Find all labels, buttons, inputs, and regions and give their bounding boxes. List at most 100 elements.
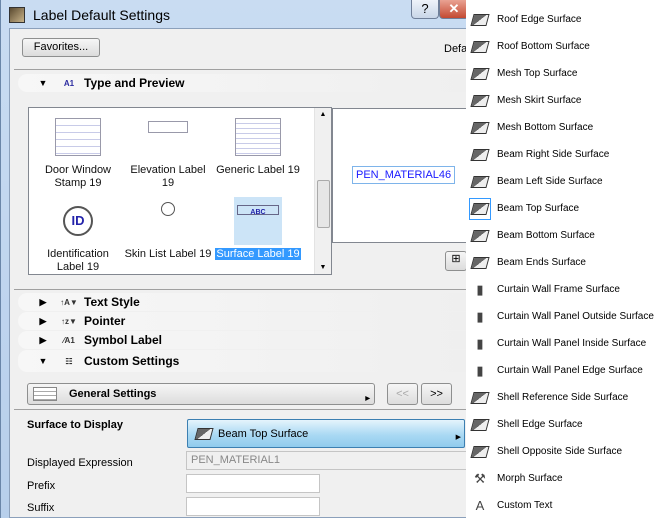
menu-item-label: Roof Bottom Surface [497,41,590,52]
preview-panel: PEN_MATERIAL46 [332,108,468,243]
menu-item[interactable]: A Custom Text [466,492,666,519]
menu-item-label: Curtain Wall Frame Surface [497,284,620,295]
menu-item[interactable]: Beam Right Side Surface [466,141,666,168]
beam-right-side-surface-icon [469,144,491,166]
menu-item[interactable]: Mesh Skirt Surface [466,87,666,114]
menu-item[interactable]: ▮ Curtain Wall Frame Surface [466,276,666,303]
menu-item-label: Shell Edge Surface [497,419,583,430]
menu-item-label: Mesh Bottom Surface [497,122,594,133]
section-pointer[interactable]: ▶ ↑z▼ Pointer [18,312,467,330]
dialog-window: Label Default Settings ? ✕ Favorites... … [0,0,469,518]
menu-item[interactable]: ▮ Curtain Wall Panel Inside Surface [466,330,666,357]
section-symbol-label[interactable]: ▶ ⁄A1 Symbol Label [18,331,467,349]
expanded-triangle-icon: ▼ [38,78,48,88]
page-selector[interactable]: General Settings ▶ [27,383,375,405]
elevation-label-thumb [123,114,213,160]
menu-item-label: Curtain Wall Panel Edge Surface [497,365,643,376]
close-button[interactable]: ✕ [439,0,469,19]
gallery-item[interactable]: Elevation Label 19 [123,114,213,190]
gallery-item-selected[interactable]: ABC Surface Label 19 [213,197,303,261]
preview-label: PEN_MATERIAL46 [352,166,456,184]
mesh-bottom-surface-icon [469,117,491,139]
add-to-favorites-icon[interactable]: ⊞ [445,251,467,271]
menu-item[interactable]: Beam Ends Surface [466,249,666,276]
app-icon [9,7,25,23]
prefix-input[interactable] [186,474,320,493]
expanded-triangle-icon: ▼ [38,356,48,366]
surface-to-display-dropdown[interactable]: Beam Top Surface ▶ [187,419,465,448]
suffix-input[interactable] [186,497,320,516]
menu-item-label: Curtain Wall Panel Outside Surface [497,311,654,322]
gallery-item[interactable]: Generic Label 19 [213,114,303,177]
previous-page-button[interactable]: << [387,383,418,405]
page-list-icon [33,387,57,401]
collapsed-triangle-icon: ▶ [39,296,47,307]
menu-item-label: Custom Text [497,500,553,511]
next-page-button[interactable]: >> [421,383,452,405]
menu-item[interactable]: Beam Bottom Surface [466,222,666,249]
curtain-wall-panel-outside-surface-icon: ▮ [476,308,484,324]
menu-item-label: Beam Bottom Surface [497,230,595,241]
roof-bottom-surface-icon [469,36,491,58]
divider [14,409,467,410]
menu-item[interactable]: Beam Left Side Surface [466,168,666,195]
menu-item-label: Beam Top Surface [497,203,580,214]
surface-to-display-label: Surface to Display [27,419,123,431]
gallery-item[interactable]: Skin List Label 19 [123,198,213,261]
help-button[interactable]: ? [411,0,439,19]
default-label: Defa [444,43,468,55]
divider [14,69,467,70]
favorites-button[interactable]: Favorites... [22,38,100,57]
curtain-wall-frame-surface-icon: ▮ [476,281,484,297]
shell-reference-side-surface-icon [469,387,491,409]
section-text-style[interactable]: ▶ ↑A▼ Text Style [18,293,467,311]
label-type-gallery: Door Window Stamp 19 Elevation Label 19 … [28,107,332,275]
menu-item-label: Roof Edge Surface [497,14,582,25]
menu-item-label: Beam Right Side Surface [497,149,610,160]
collapsed-triangle-icon: ▶ [39,334,47,345]
menu-item[interactable]: Mesh Bottom Surface [466,114,666,141]
section-custom-settings[interactable]: ▼ ☷ Custom Settings [18,350,467,372]
menu-item-label: Shell Opposite Side Surface [497,446,623,457]
curtain-wall-panel-edge-surface-icon: ▮ [476,362,484,378]
label-type-icon: A1 [63,78,75,88]
menu-item[interactable]: ▮ Curtain Wall Panel Outside Surface [466,303,666,330]
menu-item[interactable]: Shell Reference Side Surface [466,384,666,411]
scroll-up-icon[interactable]: ▲ [315,111,331,118]
displayed-expression-label: Displayed Expression [27,457,133,469]
menu-item[interactable]: Roof Bottom Surface [466,33,666,60]
generic-label-thumb [213,114,303,160]
custom-settings-icon: ☷ [65,356,73,366]
custom-text-icon: A [475,498,485,513]
menu-item-label: Mesh Top Surface [497,68,578,79]
skin-list-label-thumb [123,198,213,244]
door-window-stamp-thumb [33,114,123,160]
text-style-icon: ↑A▼ [60,297,78,307]
beam-left-side-surface-icon [469,171,491,193]
menu-item[interactable]: Shell Opposite Side Surface [466,438,666,465]
curtain-wall-panel-inside-surface-icon: ▮ [476,335,484,351]
gallery-item[interactable]: Door Window Stamp 19 [33,114,123,190]
gallery-item[interactable]: ID Identification Label 19 [33,198,123,274]
menu-item[interactable]: Roof Edge Surface [466,6,666,33]
menu-item[interactable]: Mesh Top Surface [466,60,666,87]
menu-item[interactable]: Beam Top Surface [466,195,666,222]
menu-item[interactable]: ⚒ Morph Surface [466,465,666,492]
scrollbar-thumb[interactable] [317,180,330,228]
menu-item[interactable]: Shell Edge Surface [466,411,666,438]
mesh-skirt-surface-icon [469,90,491,112]
title-bar: Label Default Settings [9,3,170,27]
collapsed-triangle-icon: ▶ [39,315,47,326]
surface-dropdown-menu: Roof Edge Surface Roof Bottom Surface Mesh… [466,0,666,518]
menu-item-label: Mesh Skirt Surface [497,95,582,106]
menu-item[interactable]: ▮ Curtain Wall Panel Edge Surface [466,357,666,384]
shell-edge-surface-icon [469,414,491,436]
displayed-expression-field: PEN_MATERIAL1 [186,451,468,470]
gallery-scrollbar[interactable]: ▲ ▼ [314,108,331,274]
menu-item-label: Beam Ends Surface [497,257,586,268]
prefix-label: Prefix [27,480,56,492]
scroll-down-icon[interactable]: ▼ [315,264,331,271]
section-type-preview[interactable]: ▼ A1 Type and Preview [18,74,467,92]
menu-item-label: Curtain Wall Panel Inside Surface [497,338,647,349]
divider [14,289,467,290]
